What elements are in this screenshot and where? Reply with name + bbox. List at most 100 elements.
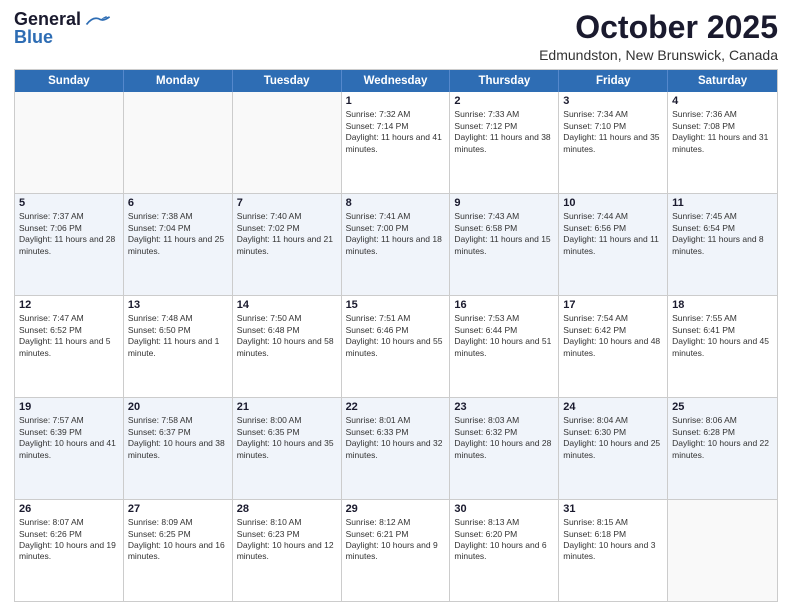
day-number: 31 bbox=[563, 503, 663, 515]
header-saturday: Saturday bbox=[668, 70, 777, 92]
day-number: 10 bbox=[563, 197, 663, 209]
day-1: 1 Sunrise: 7:32 AM Sunset: 7:14 PM Daylig… bbox=[342, 92, 451, 193]
day-7: 7 Sunrise: 7:40 AM Sunset: 7:02 PM Daylig… bbox=[233, 194, 342, 295]
day-15: 15 Sunrise: 7:51 AM Sunset: 6:46 PM Dayli… bbox=[342, 296, 451, 397]
cell-info: Sunrise: 7:33 AM Sunset: 7:12 PM Dayligh… bbox=[454, 109, 554, 155]
day-19: 19 Sunrise: 7:57 AM Sunset: 6:39 PM Dayli… bbox=[15, 398, 124, 499]
day-23: 23 Sunrise: 8:03 AM Sunset: 6:32 PM Dayli… bbox=[450, 398, 559, 499]
day-number: 23 bbox=[454, 401, 554, 413]
day-number: 24 bbox=[563, 401, 663, 413]
header-sunday: Sunday bbox=[15, 70, 124, 92]
cell-info: Sunrise: 7:55 AM Sunset: 6:41 PM Dayligh… bbox=[672, 313, 773, 359]
header-friday: Friday bbox=[559, 70, 668, 92]
day-number: 5 bbox=[19, 197, 119, 209]
day-number: 2 bbox=[454, 95, 554, 107]
day-number: 20 bbox=[128, 401, 228, 413]
day-number: 7 bbox=[237, 197, 337, 209]
day-number: 25 bbox=[672, 401, 773, 413]
cell-info: Sunrise: 7:57 AM Sunset: 6:39 PM Dayligh… bbox=[19, 415, 119, 461]
day-number: 4 bbox=[672, 95, 773, 107]
day-number: 30 bbox=[454, 503, 554, 515]
day-24: 24 Sunrise: 8:04 AM Sunset: 6:30 PM Dayli… bbox=[559, 398, 668, 499]
day-number: 12 bbox=[19, 299, 119, 311]
cell-info: Sunrise: 8:03 AM Sunset: 6:32 PM Dayligh… bbox=[454, 415, 554, 461]
day-number: 11 bbox=[672, 197, 773, 209]
cell-info: Sunrise: 7:44 AM Sunset: 6:56 PM Dayligh… bbox=[563, 211, 663, 257]
empty-cell-4-6 bbox=[668, 500, 777, 601]
location-subtitle: Edmundston, New Brunswick, Canada bbox=[539, 47, 778, 63]
logo: General Blue bbox=[14, 10, 111, 48]
month-title: October 2025 bbox=[539, 10, 778, 45]
empty-cell-0-1 bbox=[124, 92, 233, 193]
day-12: 12 Sunrise: 7:47 AM Sunset: 6:52 PM Dayli… bbox=[15, 296, 124, 397]
day-16: 16 Sunrise: 7:53 AM Sunset: 6:44 PM Dayli… bbox=[450, 296, 559, 397]
day-8: 8Sunrise: 7:41 AM Sunset: 7:00 PM Daylig… bbox=[342, 194, 451, 295]
day-number: 29 bbox=[346, 503, 446, 515]
cell-info: Sunrise: 7:58 AM Sunset: 6:37 PM Dayligh… bbox=[128, 415, 228, 461]
cell-info: Sunrise: 8:00 AM Sunset: 6:35 PM Dayligh… bbox=[237, 415, 337, 461]
cell-info: Sunrise: 7:53 AM Sunset: 6:44 PM Dayligh… bbox=[454, 313, 554, 359]
cell-info: Sunrise: 7:34 AM Sunset: 7:10 PM Dayligh… bbox=[563, 109, 663, 155]
cell-info: Sunrise: 7:36 AM Sunset: 7:08 PM Dayligh… bbox=[672, 109, 773, 155]
day-number: 22 bbox=[346, 401, 446, 413]
empty-cell-0-2 bbox=[233, 92, 342, 193]
cell-info: Sunrise: 7:48 AM Sunset: 6:50 PM Dayligh… bbox=[128, 313, 228, 359]
cell-info: Sunrise: 8:07 AM Sunset: 6:26 PM Dayligh… bbox=[19, 517, 119, 563]
cell-info: Sunrise: 8:01 AM Sunset: 6:33 PM Dayligh… bbox=[346, 415, 446, 461]
day-number: 13 bbox=[128, 299, 228, 311]
page: General Blue October 2025 Edmundston, Ne… bbox=[0, 0, 792, 612]
day-10: 10 Sunrise: 7:44 AM Sunset: 6:56 PM Dayli… bbox=[559, 194, 668, 295]
cell-info: Sunrise: 7:41 AM Sunset: 7:00 PM Dayligh… bbox=[346, 211, 446, 257]
header-thursday: Thursday bbox=[450, 70, 559, 92]
cell-info: Sunrise: 7:38 AM Sunset: 7:04 PM Dayligh… bbox=[128, 211, 228, 257]
calendar: Sunday Monday Tuesday Wednesday Thursday… bbox=[14, 69, 778, 602]
day-29: 29Sunrise: 8:12 AM Sunset: 6:21 PM Dayli… bbox=[342, 500, 451, 601]
day-number: 14 bbox=[237, 299, 337, 311]
calendar-row-2: 5Sunrise: 7:37 AM Sunset: 7:06 PM Daylig… bbox=[15, 193, 777, 295]
cell-info: Sunrise: 8:04 AM Sunset: 6:30 PM Dayligh… bbox=[563, 415, 663, 461]
cell-info: Sunrise: 7:32 AM Sunset: 7:14 PM Dayligh… bbox=[346, 109, 446, 155]
day-2: 2 Sunrise: 7:33 AM Sunset: 7:12 PM Daylig… bbox=[450, 92, 559, 193]
header-wednesday: Wednesday bbox=[342, 70, 451, 92]
day-22: 22 Sunrise: 8:01 AM Sunset: 6:33 PM Dayli… bbox=[342, 398, 451, 499]
calendar-row-4: 19 Sunrise: 7:57 AM Sunset: 6:39 PM Dayli… bbox=[15, 397, 777, 499]
header-tuesday: Tuesday bbox=[233, 70, 342, 92]
cell-info: Sunrise: 8:15 AM Sunset: 6:18 PM Dayligh… bbox=[563, 517, 663, 563]
day-14: 14Sunrise: 7:50 AM Sunset: 6:48 PM Dayli… bbox=[233, 296, 342, 397]
header: General Blue October 2025 Edmundston, Ne… bbox=[14, 10, 778, 63]
day-18: 18 Sunrise: 7:55 AM Sunset: 6:41 PM Dayli… bbox=[668, 296, 777, 397]
cell-info: Sunrise: 7:43 AM Sunset: 6:58 PM Dayligh… bbox=[454, 211, 554, 257]
day-4: 4 Sunrise: 7:36 AM Sunset: 7:08 PM Daylig… bbox=[668, 92, 777, 193]
logo-general: General bbox=[14, 9, 81, 29]
day-27: 27Sunrise: 8:09 AM Sunset: 6:25 PM Dayli… bbox=[124, 500, 233, 601]
calendar-row-5: 26 Sunrise: 8:07 AM Sunset: 6:26 PM Dayli… bbox=[15, 499, 777, 601]
cell-info: Sunrise: 7:45 AM Sunset: 6:54 PM Dayligh… bbox=[672, 211, 773, 257]
day-number: 21 bbox=[237, 401, 337, 413]
calendar-header: Sunday Monday Tuesday Wednesday Thursday… bbox=[15, 70, 777, 92]
day-6: 6 Sunrise: 7:38 AM Sunset: 7:04 PM Daylig… bbox=[124, 194, 233, 295]
cell-info: Sunrise: 8:09 AM Sunset: 6:25 PM Dayligh… bbox=[128, 517, 228, 563]
cell-info: Sunrise: 7:51 AM Sunset: 6:46 PM Dayligh… bbox=[346, 313, 446, 359]
day-number: 16 bbox=[454, 299, 554, 311]
day-25: 25 Sunrise: 8:06 AM Sunset: 6:28 PM Dayli… bbox=[668, 398, 777, 499]
calendar-row-3: 12 Sunrise: 7:47 AM Sunset: 6:52 PM Dayli… bbox=[15, 295, 777, 397]
day-number: 15 bbox=[346, 299, 446, 311]
day-9: 9Sunrise: 7:43 AM Sunset: 6:58 PM Daylig… bbox=[450, 194, 559, 295]
cell-info: Sunrise: 8:06 AM Sunset: 6:28 PM Dayligh… bbox=[672, 415, 773, 461]
cell-info: Sunrise: 7:40 AM Sunset: 7:02 PM Dayligh… bbox=[237, 211, 337, 257]
day-30: 30 Sunrise: 8:13 AM Sunset: 6:20 PM Dayli… bbox=[450, 500, 559, 601]
day-21: 21 Sunrise: 8:00 AM Sunset: 6:35 PM Dayli… bbox=[233, 398, 342, 499]
day-number: 19 bbox=[19, 401, 119, 413]
day-number: 18 bbox=[672, 299, 773, 311]
day-26: 26 Sunrise: 8:07 AM Sunset: 6:26 PM Dayli… bbox=[15, 500, 124, 601]
day-17: 17Sunrise: 7:54 AM Sunset: 6:42 PM Dayli… bbox=[559, 296, 668, 397]
day-20: 20 Sunrise: 7:58 AM Sunset: 6:37 PM Dayli… bbox=[124, 398, 233, 499]
cell-info: Sunrise: 8:13 AM Sunset: 6:20 PM Dayligh… bbox=[454, 517, 554, 563]
day-number: 1 bbox=[346, 95, 446, 107]
title-block: October 2025 Edmundston, New Brunswick, … bbox=[539, 10, 778, 63]
cell-info: Sunrise: 7:47 AM Sunset: 6:52 PM Dayligh… bbox=[19, 313, 119, 359]
day-number: 6 bbox=[128, 197, 228, 209]
calendar-row-1: 1 Sunrise: 7:32 AM Sunset: 7:14 PM Daylig… bbox=[15, 92, 777, 193]
day-number: 26 bbox=[19, 503, 119, 515]
day-number: 28 bbox=[237, 503, 337, 515]
